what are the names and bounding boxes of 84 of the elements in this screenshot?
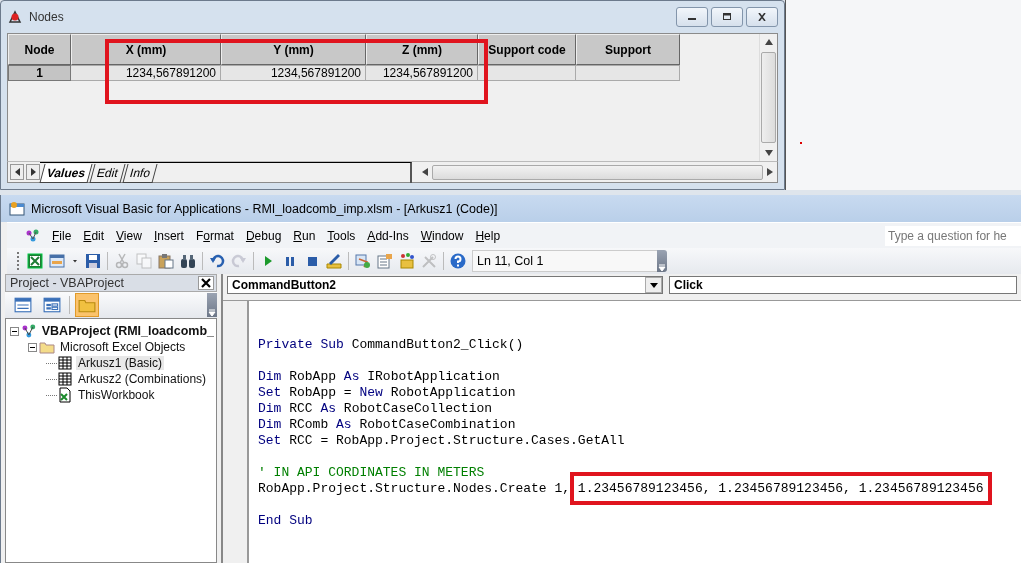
tree-item[interactable]: ThisWorkbook	[76, 388, 157, 402]
code-line: Dim RCC As RobotCaseCollection	[258, 401, 493, 417]
code-line: ' IN API CORDINATES IN METERS	[258, 465, 485, 481]
object-dropdown[interactable]: CommandButton2	[227, 276, 663, 294]
window-title: Microsoft Visual Basic for Applications - RMI_loadcomb_imp.xlsm - [Arkusz1 (Code)]	[31, 201, 498, 216]
scroll-right-icon[interactable]	[767, 168, 773, 176]
code-line: Private Sub CommandButton2_Click()	[258, 337, 524, 353]
caret-icon	[658, 262, 666, 272]
tree-item[interactable]: VBAProject (RMI_loadcomb_	[39, 324, 216, 338]
paste-icon[interactable]	[158, 253, 174, 269]
workbook-icon	[57, 387, 73, 403]
menu-item[interactable]: Debug	[240, 228, 289, 243]
menu-item[interactable]: Window	[415, 228, 471, 243]
collapse-toggle[interactable]	[28, 342, 37, 352]
code-line: RobApp.Project.Structure.Nodes.Create 1, 1.23456789123456, 1.23456789123456, 1.23456789123456	[258, 481, 984, 497]
code-line: Set RCC = RobApp.Project.Structure.Cases.GetAll	[258, 433, 625, 449]
folder-icon	[39, 339, 55, 355]
procedure-dropdown[interactable]: Click	[669, 276, 1017, 294]
menu-item[interactable]: File	[47, 228, 79, 243]
code-line: Dim RobApp As IRobotApplication	[258, 369, 500, 385]
code-line: End Sub	[258, 513, 313, 529]
caret-icon	[208, 307, 216, 317]
toolbar-options-button[interactable]	[207, 293, 217, 317]
menu-item[interactable]: Insert	[148, 228, 191, 243]
object-browser-icon[interactable]	[399, 253, 415, 269]
collapse-toggle[interactable]	[10, 326, 19, 336]
restore-button[interactable]	[711, 7, 743, 27]
table-cell: 1234,567891200	[366, 65, 478, 81]
vba-menu-icon	[25, 227, 41, 244]
scroll-up-icon[interactable]	[764, 39, 773, 45]
sheet-tab[interactable]: Edit	[89, 163, 126, 183]
binoculars-icon[interactable]	[180, 253, 196, 269]
scroll-left-icon[interactable]	[422, 168, 428, 176]
project-icon	[21, 323, 37, 339]
column-header[interactable]: Node	[8, 34, 71, 65]
help-search-field[interactable]: Type a question for he	[885, 225, 1021, 246]
worksheet-icon	[57, 355, 73, 371]
ruler-pencil-icon[interactable]	[326, 253, 342, 269]
toolbar-options-button[interactable]	[657, 250, 667, 272]
undo-icon[interactable]	[209, 253, 225, 269]
minimize-button[interactable]	[676, 7, 708, 27]
close-button[interactable]	[198, 276, 214, 290]
tree-item[interactable]: Arkusz2 (Combinations)	[76, 372, 209, 386]
pane-title: Project - VBAProject	[10, 276, 124, 290]
table-cell: 1234,567891200	[71, 65, 221, 81]
dropdown-button[interactable]	[645, 277, 662, 293]
row-header[interactable]: 1	[8, 65, 71, 81]
form-icon[interactable]	[49, 253, 65, 269]
tree-item[interactable]: Microsoft Excel Objects	[58, 340, 188, 354]
menu-item[interactable]: Add-Ins	[362, 228, 416, 243]
sheet-tab[interactable]: Values	[39, 163, 93, 183]
close-button[interactable]	[746, 7, 778, 27]
restore-icon	[721, 13, 733, 21]
menu-item[interactable]: View	[111, 228, 149, 243]
column-header[interactable]: Support code	[478, 34, 576, 65]
code-line: Set RobApp = New RobotApplication	[258, 385, 516, 401]
tab-scroll-right-button[interactable]	[26, 164, 40, 180]
right-arrow-icon	[30, 168, 36, 176]
save-icon[interactable]	[85, 253, 101, 269]
table-cell: 1234,567891200	[221, 65, 366, 81]
menu-item[interactable]: Format	[190, 228, 241, 243]
tree-item[interactable]: Arkusz1 (Basic)	[76, 356, 165, 370]
window-title: Nodes	[29, 10, 64, 24]
vba-app-icon	[9, 200, 25, 217]
menu-item[interactable]: Run	[288, 228, 323, 243]
left-arrow-icon	[14, 168, 20, 176]
dot-mark	[800, 142, 802, 144]
excel-icon[interactable]	[27, 253, 43, 269]
close-icon	[756, 13, 768, 21]
scroll-down-icon[interactable]	[764, 150, 773, 156]
menu-item[interactable]: Help	[470, 228, 508, 243]
worksheet-icon	[57, 371, 73, 387]
help-icon[interactable]	[450, 253, 466, 269]
menu-item[interactable]: Edit	[78, 228, 112, 243]
code-line: Dim RComb As RobotCaseCombination	[258, 417, 516, 433]
cursor-position-field: Ln 11, Col 1	[472, 250, 658, 272]
vertical-scrollbar[interactable]	[759, 34, 777, 161]
project-explorer-icon[interactable]	[355, 253, 371, 269]
caret-icon	[649, 282, 658, 288]
menu-item[interactable]: Tools	[322, 228, 363, 243]
tab-scroll-left-button[interactable]	[10, 164, 24, 180]
sheet-tab[interactable]: Info	[122, 163, 158, 183]
column-header[interactable]: Support	[576, 34, 680, 65]
node-app-icon	[7, 9, 23, 25]
